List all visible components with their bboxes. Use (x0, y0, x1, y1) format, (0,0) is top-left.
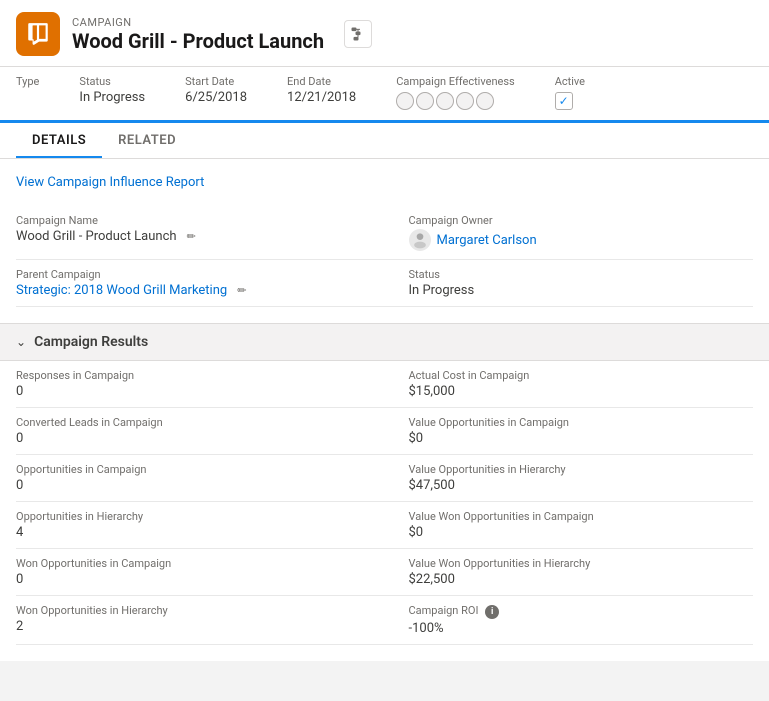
status-label: Status (79, 75, 145, 88)
megaphone-icon (25, 21, 51, 47)
star-1 (396, 92, 414, 110)
fields-grid: Campaign Name Wood Grill - Product Launc… (16, 206, 753, 307)
meta-effectiveness: Campaign Effectiveness (396, 75, 515, 110)
won-opportunities-hierarchy-label: Won Opportunities in Hierarchy (16, 604, 369, 617)
type-label: Type (16, 75, 39, 88)
campaign-results-section-header: ⌄ Campaign Results (0, 323, 769, 361)
actual-cost-value: $15,000 (409, 384, 738, 399)
status-field-value: In Progress (409, 283, 738, 298)
star-4 (456, 92, 474, 110)
parent-campaign-label: Parent Campaign (16, 268, 369, 281)
star-2 (416, 92, 434, 110)
effectiveness-stars (396, 92, 515, 110)
campaign-owner-label: Campaign Owner (409, 214, 738, 227)
campaign-roi-info-icon[interactable]: i (485, 605, 499, 619)
field-campaign-name: Campaign Name Wood Grill - Product Launc… (16, 206, 385, 260)
star-3 (436, 92, 454, 110)
responses-label: Responses in Campaign (16, 369, 369, 382)
meta-start-date: Start Date 6/25/2018 (185, 75, 247, 105)
chevron-down-icon[interactable]: ⌄ (16, 335, 26, 349)
result-campaign-roi: Campaign ROI i -100% (385, 596, 754, 645)
avatar-icon (410, 230, 430, 250)
meta-bar: Type Status In Progress Start Date 6/25/… (0, 67, 769, 123)
actual-cost-label: Actual Cost in Campaign (409, 369, 738, 382)
won-opportunities-campaign-value: 0 (16, 572, 369, 587)
value-won-campaign-label: Value Won Opportunities in Campaign (409, 510, 738, 523)
header-text-group: Campaign Wood Grill - Product Launch (72, 16, 324, 53)
campaign-roi-value: -100% (409, 621, 738, 636)
value-opps-campaign-label: Value Opportunities in Campaign (409, 416, 738, 429)
result-converted-leads: Converted Leads in Campaign 0 (16, 408, 385, 455)
tabs-bar: DETAILS RELATED (0, 123, 769, 159)
meta-end-date: End Date 12/21/2018 (287, 75, 356, 105)
result-value-opps-hierarchy: Value Opportunities in Hierarchy $47,500 (385, 455, 754, 502)
opportunities-hierarchy-value: 4 (16, 525, 369, 540)
won-opportunities-hierarchy-value: 2 (16, 619, 369, 634)
won-opportunities-campaign-label: Won Opportunities in Campaign (16, 557, 369, 570)
opportunities-campaign-label: Opportunities in Campaign (16, 463, 369, 476)
campaign-name-label: Campaign Name (16, 214, 369, 227)
campaign-name-edit-icon[interactable]: ✏ (187, 230, 196, 243)
effectiveness-label: Campaign Effectiveness (396, 75, 515, 88)
responses-value: 0 (16, 384, 369, 399)
tab-related[interactable]: RELATED (102, 123, 192, 158)
view-influence-report-link[interactable]: View Campaign Influence Report (16, 175, 204, 190)
value-opps-campaign-value: $0 (409, 431, 738, 446)
hierarchy-button[interactable] (344, 20, 372, 48)
page-title: Wood Grill - Product Launch (72, 29, 324, 53)
result-responses: Responses in Campaign 0 (16, 361, 385, 408)
hierarchy-icon (350, 26, 366, 42)
status-field-label: Status (409, 268, 738, 281)
status-value: In Progress (79, 90, 145, 105)
field-status: Status In Progress (385, 260, 754, 307)
value-won-hierarchy-value: $22,500 (409, 572, 738, 587)
campaign-name-value: Wood Grill - Product Launch ✏ (16, 229, 369, 244)
parent-campaign-value: Strategic: 2018 Wood Grill Marketing ✏ (16, 283, 369, 298)
campaign-owner-value: Margaret Carlson (409, 229, 738, 251)
tab-details[interactable]: DETAILS (16, 123, 102, 158)
breadcrumb-label: Campaign (72, 16, 324, 29)
campaign-app-icon (16, 12, 60, 56)
meta-status: Status In Progress (79, 75, 145, 105)
opportunities-hierarchy-label: Opportunities in Hierarchy (16, 510, 369, 523)
start-date-label: Start Date (185, 75, 247, 88)
value-won-hierarchy-label: Value Won Opportunities in Hierarchy (409, 557, 738, 570)
field-parent-campaign: Parent Campaign Strategic: 2018 Wood Gri… (16, 260, 385, 307)
value-opps-hierarchy-value: $47,500 (409, 478, 738, 493)
start-date-value: 6/25/2018 (185, 90, 247, 105)
parent-campaign-edit-icon[interactable]: ✏ (237, 284, 246, 297)
result-won-opportunities-hierarchy: Won Opportunities in Hierarchy 2 (16, 596, 385, 645)
result-value-won-campaign: Value Won Opportunities in Campaign $0 (385, 502, 754, 549)
result-value-won-hierarchy: Value Won Opportunities in Hierarchy $22… (385, 549, 754, 596)
star-5 (476, 92, 494, 110)
campaign-roi-label: Campaign ROI i (409, 604, 738, 619)
end-date-value: 12/21/2018 (287, 90, 356, 105)
header-actions (344, 20, 372, 48)
result-opportunities-campaign: Opportunities in Campaign 0 (16, 455, 385, 502)
meta-active: Active (555, 75, 585, 110)
result-actual-cost: Actual Cost in Campaign $15,000 (385, 361, 754, 408)
section-title: Campaign Results (34, 334, 148, 350)
end-date-label: End Date (287, 75, 356, 88)
details-content: View Campaign Influence Report Campaign … (0, 159, 769, 661)
owner-avatar (409, 229, 431, 251)
page-header: Campaign Wood Grill - Product Launch (0, 0, 769, 67)
result-won-opportunities-campaign: Won Opportunities in Campaign 0 (16, 549, 385, 596)
converted-leads-label: Converted Leads in Campaign (16, 416, 369, 429)
opportunities-campaign-value: 0 (16, 478, 369, 493)
value-opps-hierarchy-label: Value Opportunities in Hierarchy (409, 463, 738, 476)
meta-type: Type (16, 75, 39, 90)
active-checkbox[interactable] (555, 92, 573, 110)
converted-leads-value: 0 (16, 431, 369, 446)
active-label: Active (555, 75, 585, 88)
value-won-campaign-value: $0 (409, 525, 738, 540)
result-opportunities-hierarchy: Opportunities in Hierarchy 4 (16, 502, 385, 549)
field-campaign-owner: Campaign Owner Margaret Carlson (385, 206, 754, 260)
results-grid: Responses in Campaign 0 Actual Cost in C… (16, 361, 753, 645)
result-value-opps-campaign: Value Opportunities in Campaign $0 (385, 408, 754, 455)
